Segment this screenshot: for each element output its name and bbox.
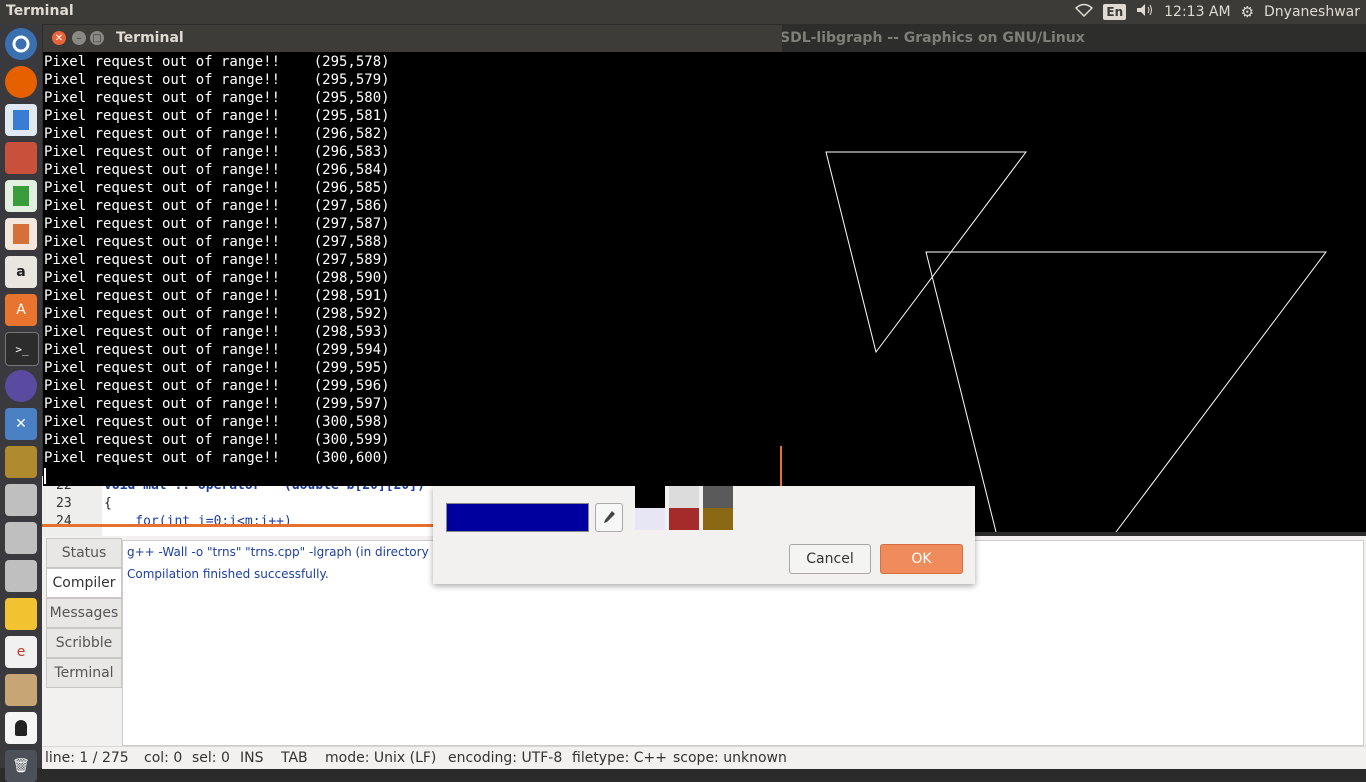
eyedropper-icon[interactable] [595, 503, 623, 532]
game-icon[interactable] [5, 446, 37, 478]
compiler-line: g++ -Wall -o "trns" "trns.cpp" -lgraph (… [127, 545, 429, 559]
terminal-line: Pixel request out of range!! (300,599) [44, 432, 390, 448]
status-col: col: 0 [144, 750, 183, 766]
minimize-icon[interactable]: – [72, 31, 86, 45]
terminal-cursor [44, 468, 46, 484]
user-name[interactable]: Dnyaneshwar [1264, 4, 1360, 20]
software-center-icon[interactable]: A [5, 294, 37, 326]
line-number: 23 [56, 496, 72, 511]
active-app-title: Terminal [6, 3, 74, 19]
trash-icon[interactable]: 🗑 [5, 750, 37, 782]
volume-icon[interactable] [1136, 3, 1154, 21]
impress-icon[interactable] [5, 218, 37, 250]
terminal-output[interactable]: Pixel request out of range!! (295,578) Pi… [43, 52, 754, 486]
terminal-line: Pixel request out of range!! (297,589) [44, 252, 390, 268]
terminal-title: Terminal [116, 30, 184, 46]
ubuntu-dash-icon[interactable] [5, 28, 37, 60]
gimp-icon[interactable] [5, 674, 37, 706]
terminal-line: Pixel request out of range!! (299,596) [44, 378, 390, 394]
writer-icon[interactable] [5, 104, 37, 136]
graphics-drawing [825, 151, 1327, 533]
sdl-window-title: SDL-libgraph -- Graphics on GNU/Linux [780, 30, 1085, 46]
terminal-line: Pixel request out of range!! (296,583) [44, 144, 390, 160]
compiler-line: Compilation finished successfully. [127, 567, 329, 581]
terminal-line: Pixel request out of range!! (299,595) [44, 360, 390, 376]
ok-button[interactable]: OK [880, 544, 963, 574]
launcher: a A >_ ✕ e 🗑 [0, 24, 42, 782]
clock[interactable]: 12:13 AM [1164, 4, 1230, 20]
terminal-line: Pixel request out of range!! (298,590) [44, 270, 390, 286]
terminal-line: Pixel request out of range!! (298,591) [44, 288, 390, 304]
terminal-icon[interactable]: >_ [5, 332, 39, 366]
sdl-window-titlebar: SDL-libgraph -- Graphics on GNU/Linux [780, 24, 1366, 52]
tab-compiler[interactable]: Compiler [46, 568, 122, 598]
color-swatch[interactable] [635, 486, 665, 508]
terminal-line: Pixel request out of range!! (300,600) [44, 450, 390, 466]
current-color-swatch[interactable] [446, 503, 589, 532]
terminal-line: Pixel request out of range!! (297,588) [44, 234, 390, 250]
status-sel: sel: 0 [192, 750, 230, 766]
terminal-line: Pixel request out of range!! (299,594) [44, 342, 390, 358]
color-swatch[interactable] [635, 508, 665, 530]
terminal-line: Pixel request out of range!! (296,585) [44, 180, 390, 196]
terminal-line: Pixel request out of range!! (295,578) [44, 54, 390, 70]
terminal-line: Pixel request out of range!! (297,586) [44, 198, 390, 214]
color-swatch[interactable] [703, 508, 733, 530]
terminal-line: Pixel request out of range!! (295,581) [44, 108, 390, 124]
tab-scribble[interactable]: Scribble [46, 628, 122, 658]
drive-icon[interactable] [5, 484, 37, 516]
triangle-shape [925, 251, 1327, 533]
terminal-line: Pixel request out of range!! (295,579) [44, 72, 390, 88]
terminal-window: ✕ – □ Terminal Pixel request out of rang… [43, 25, 782, 486]
terminal-line: Pixel request out of range!! (298,592) [44, 306, 390, 322]
drive-icon[interactable] [5, 560, 37, 592]
system-tray: En 12:13 AM ⚙ Dnyaneshwar [1075, 0, 1360, 24]
top-panel: Terminal En 12:13 AM ⚙ Dnyaneshwar [0, 0, 1366, 24]
drive-icon[interactable] [5, 522, 37, 554]
status-encoding: encoding: UTF-8 [448, 750, 563, 766]
files-icon[interactable] [5, 142, 37, 174]
tab-status[interactable]: Status [46, 538, 122, 568]
amazon-icon[interactable]: a [5, 256, 37, 288]
status-ins: INS [240, 750, 264, 766]
tab-terminal[interactable]: Terminal [46, 658, 122, 688]
resize-marker [780, 446, 782, 486]
status-filetype: filetype: C++ [572, 750, 667, 766]
terminal-line: Pixel request out of range!! (300,598) [44, 414, 390, 430]
terminal-titlebar[interactable]: ✕ – □ Terminal [43, 25, 782, 52]
status-scope: scope: unknown [673, 750, 787, 766]
calc-icon[interactable] [5, 180, 37, 212]
close-icon[interactable]: ✕ [52, 31, 66, 45]
pidgin-icon[interactable] [5, 712, 37, 744]
editor-edge-marker [42, 524, 434, 527]
terminal-line: Pixel request out of range!! (296,584) [44, 162, 390, 178]
color-swatch[interactable] [669, 486, 699, 508]
firefox-icon[interactable] [5, 66, 37, 98]
eclipse-icon[interactable] [5, 370, 37, 402]
gnome-icon[interactable] [5, 598, 37, 630]
status-line: line: 1 / 275 [45, 750, 129, 766]
color-swatch[interactable] [669, 508, 699, 530]
color-swatch[interactable] [703, 486, 733, 508]
wifi-icon[interactable] [1075, 3, 1094, 21]
gear-icon[interactable]: ⚙ [1241, 3, 1254, 21]
status-bar: line: 1 / 275 col: 0 sel: 0 INS TAB mode… [42, 746, 1366, 769]
status-mode: mode: Unix (LF) [325, 750, 437, 766]
tab-messages[interactable]: Messages [46, 598, 122, 628]
status-tab: TAB [281, 750, 308, 766]
terminal-line: Pixel request out of range!! (298,593) [44, 324, 390, 340]
terminal-line: Pixel request out of range!! (299,597) [44, 396, 390, 412]
keyboard-layout-indicator[interactable]: En [1103, 4, 1127, 20]
geany-icon[interactable]: e [5, 636, 37, 668]
terminal-line: Pixel request out of range!! (297,587) [44, 216, 390, 232]
terminal-line: Pixel request out of range!! (295,580) [44, 90, 390, 106]
terminal-line: Pixel request out of range!! (296,582) [44, 126, 390, 142]
maximize-icon[interactable]: □ [90, 31, 104, 45]
cancel-button[interactable]: Cancel [789, 544, 871, 574]
tools-icon[interactable]: ✕ [5, 408, 37, 440]
graphics-canvas [726, 52, 1366, 533]
color-chooser-dialog: Cancel OK [433, 486, 975, 584]
code-line[interactable]: { [104, 496, 112, 511]
